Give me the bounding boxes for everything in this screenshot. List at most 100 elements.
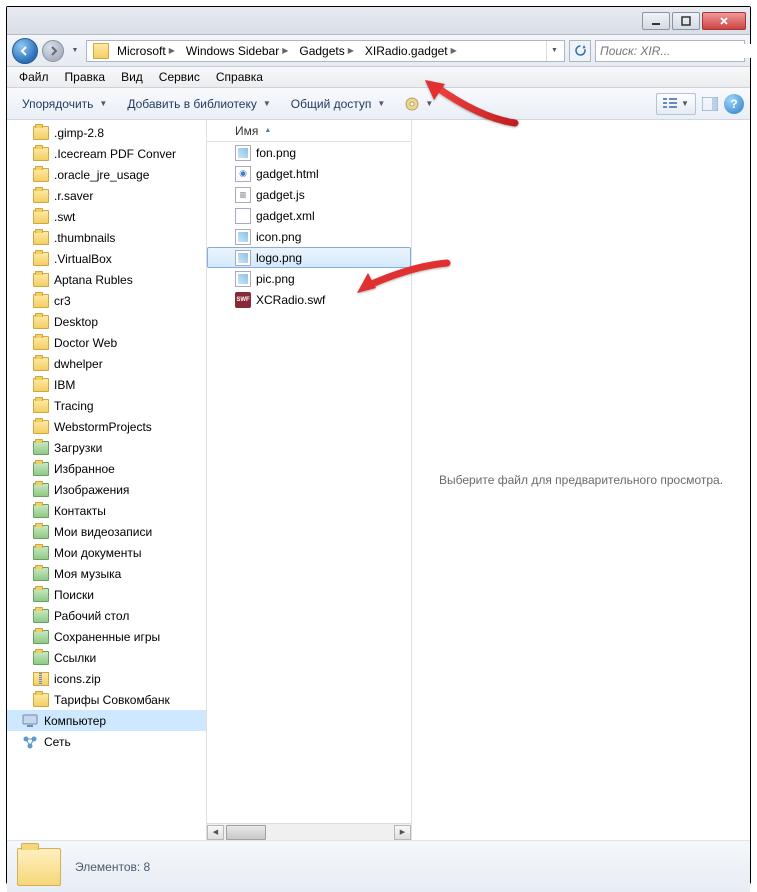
tree-computer[interactable]: Компьютер bbox=[7, 710, 206, 731]
file-row[interactable]: pic.png bbox=[207, 268, 411, 289]
minimize-button[interactable] bbox=[642, 12, 670, 30]
tree-item[interactable]: Doctor Web bbox=[7, 332, 206, 353]
column-header-name[interactable]: Имя ▲ bbox=[207, 120, 411, 142]
tree-item[interactable]: Tracing bbox=[7, 395, 206, 416]
back-button[interactable] bbox=[12, 38, 38, 64]
breadcrumb[interactable]: Microsoft▶ bbox=[113, 41, 182, 61]
file-row[interactable]: gadget.html bbox=[207, 163, 411, 184]
menu-file[interactable]: Файл bbox=[11, 68, 57, 86]
png-file-icon bbox=[235, 145, 251, 161]
close-button[interactable] bbox=[702, 12, 746, 30]
tree-item[interactable]: .oracle_jre_usage bbox=[7, 164, 206, 185]
tree-item-label: .swt bbox=[54, 210, 75, 224]
list-icon bbox=[663, 98, 677, 110]
tree-item[interactable]: icons.zip bbox=[7, 668, 206, 689]
breadcrumb[interactable]: Windows Sidebar▶ bbox=[182, 41, 296, 61]
tree-item-label: .VirtualBox bbox=[54, 252, 112, 266]
network-icon bbox=[21, 734, 39, 750]
burn-button[interactable]: ▼ bbox=[396, 92, 442, 116]
search-box[interactable] bbox=[595, 40, 745, 62]
tree-item[interactable]: Рабочий стол bbox=[7, 605, 206, 626]
view-options-button[interactable]: ▼ bbox=[656, 93, 696, 115]
tree-item[interactable]: Тарифы Совкомбанк bbox=[7, 689, 206, 710]
tree-item[interactable]: Сохраненные игры bbox=[7, 626, 206, 647]
address-row: ▼ Microsoft▶ Windows Sidebar▶ Gadgets▶ X… bbox=[7, 35, 750, 67]
tree-item[interactable]: Поиски bbox=[7, 584, 206, 605]
tree-item[interactable]: Aptana Rubles bbox=[7, 269, 206, 290]
tree-item[interactable]: .r.saver bbox=[7, 185, 206, 206]
tree-item[interactable]: WebstormProjects bbox=[7, 416, 206, 437]
tree-item[interactable]: Мои документы bbox=[7, 542, 206, 563]
tree-item-label: Избранное bbox=[54, 462, 115, 476]
help-button[interactable]: ? bbox=[724, 94, 744, 114]
search-input[interactable] bbox=[596, 44, 757, 58]
chevron-down-icon: ▼ bbox=[99, 99, 107, 108]
xml-file-icon bbox=[235, 208, 251, 224]
chevron-right-icon: ▶ bbox=[345, 46, 357, 55]
breadcrumb[interactable]: XIRadio.gadget▶ bbox=[361, 41, 464, 61]
history-dropdown[interactable]: ▼ bbox=[68, 41, 82, 61]
navigation-tree[interactable]: .gimp-2.8.Icecream PDF Conver .oracle_jre… bbox=[7, 120, 207, 840]
tree-item[interactable]: Загрузки bbox=[7, 437, 206, 458]
file-name: gadget.xml bbox=[256, 209, 315, 223]
tree-item[interactable]: Мои видеозаписи bbox=[7, 521, 206, 542]
file-row[interactable]: fon.png bbox=[207, 142, 411, 163]
file-row[interactable]: icon.png bbox=[207, 226, 411, 247]
tree-item[interactable]: Ссылки bbox=[7, 647, 206, 668]
tree-item[interactable]: cr3 bbox=[7, 290, 206, 311]
maximize-button[interactable] bbox=[672, 12, 700, 30]
file-row[interactable]: SWFXCRadio.swf bbox=[207, 289, 411, 310]
js-file-icon bbox=[235, 187, 251, 203]
tree-item[interactable]: Изображения bbox=[7, 479, 206, 500]
tree-item[interactable]: .gimp-2.8 bbox=[7, 122, 206, 143]
tree-item[interactable]: .Icecream PDF Conver bbox=[7, 143, 206, 164]
folder-icon bbox=[33, 399, 49, 413]
address-dropdown[interactable]: ▼ bbox=[546, 41, 562, 61]
file-row[interactable]: logo.png bbox=[207, 247, 411, 268]
folder-icon bbox=[33, 378, 49, 392]
tree-item-label: .oracle_jre_usage bbox=[54, 168, 149, 182]
file-row[interactable]: gadget.js bbox=[207, 184, 411, 205]
tree-item-label: Мои видеозаписи bbox=[54, 525, 152, 539]
tree-item[interactable]: Избранное bbox=[7, 458, 206, 479]
refresh-button[interactable] bbox=[569, 40, 591, 62]
tree-item[interactable]: .swt bbox=[7, 206, 206, 227]
address-bar[interactable]: Microsoft▶ Windows Sidebar▶ Gadgets▶ XIR… bbox=[86, 40, 565, 62]
folder-icon bbox=[33, 462, 49, 476]
zip-icon bbox=[33, 672, 49, 686]
scroll-left-button[interactable]: ◀ bbox=[207, 825, 224, 840]
breadcrumb[interactable]: Gadgets▶ bbox=[295, 41, 361, 61]
scrollbar-thumb[interactable] bbox=[226, 825, 266, 840]
tree-item[interactable]: .VirtualBox bbox=[7, 248, 206, 269]
menu-help[interactable]: Справка bbox=[208, 68, 271, 86]
chevron-down-icon: ▼ bbox=[681, 99, 689, 108]
file-list[interactable]: Имя ▲ fon.png gadget.html gadget.js gadget.… bbox=[207, 120, 412, 840]
tree-item[interactable]: Контакты bbox=[7, 500, 206, 521]
folder-icon bbox=[33, 273, 49, 287]
preview-pane-button[interactable] bbox=[698, 92, 722, 116]
tree-item[interactable]: IBM bbox=[7, 374, 206, 395]
menu-service[interactable]: Сервис bbox=[151, 68, 208, 86]
organize-button[interactable]: Упорядочить▼ bbox=[13, 92, 116, 116]
horizontal-scrollbar[interactable]: ◀ ▶ bbox=[207, 823, 411, 840]
share-button[interactable]: Общий доступ▼ bbox=[282, 92, 395, 116]
file-row[interactable]: gadget.xml bbox=[207, 205, 411, 226]
folder-icon bbox=[33, 294, 49, 308]
forward-button[interactable] bbox=[42, 40, 64, 62]
tree-network[interactable]: Сеть bbox=[7, 731, 206, 752]
scroll-right-button[interactable]: ▶ bbox=[394, 825, 411, 840]
menu-view[interactable]: Вид bbox=[113, 68, 151, 86]
chevron-right-icon: ▶ bbox=[166, 46, 178, 55]
tree-item[interactable]: dwhelper bbox=[7, 353, 206, 374]
folder-icon bbox=[33, 147, 49, 161]
tree-item-label: Загрузки bbox=[54, 441, 102, 455]
menubar: Файл Правка Вид Сервис Справка bbox=[7, 67, 750, 88]
tree-item[interactable]: Desktop bbox=[7, 311, 206, 332]
tree-item[interactable]: Моя музыка bbox=[7, 563, 206, 584]
file-name: gadget.html bbox=[256, 167, 319, 181]
add-library-button[interactable]: Добавить в библиотеку▼ bbox=[118, 92, 279, 116]
folder-icon bbox=[33, 189, 49, 203]
tree-item[interactable]: .thumbnails bbox=[7, 227, 206, 248]
folder-icon bbox=[33, 609, 49, 623]
menu-edit[interactable]: Правка bbox=[57, 68, 114, 86]
